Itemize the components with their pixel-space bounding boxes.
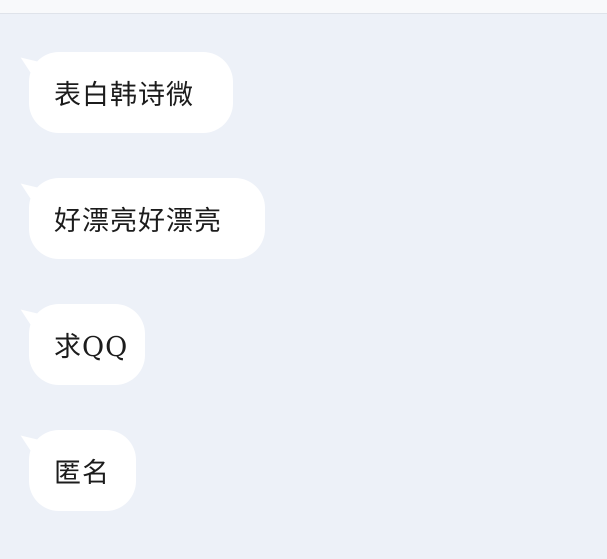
message-text: 好漂亮好漂亮: [54, 206, 222, 237]
bubble-tail: [16, 428, 42, 454]
message-text: 求QQ: [54, 332, 129, 363]
chat-message-list[interactable]: 表白韩诗微 好漂亮好漂亮 求QQ 匿名: [0, 14, 607, 559]
message-text: 匿名: [54, 458, 110, 489]
message-bubble[interactable]: 好漂亮好漂亮: [16, 176, 265, 259]
message-bubble[interactable]: 求QQ: [16, 302, 145, 385]
bubble-tail: [16, 176, 42, 202]
message-bubble[interactable]: 匿名: [16, 428, 136, 511]
bubble-tail: [16, 50, 42, 76]
top-bar: [0, 0, 607, 14]
bubble-tail: [16, 302, 42, 328]
message-bubble[interactable]: 表白韩诗微: [16, 50, 233, 133]
message-text: 表白韩诗微: [54, 80, 194, 111]
